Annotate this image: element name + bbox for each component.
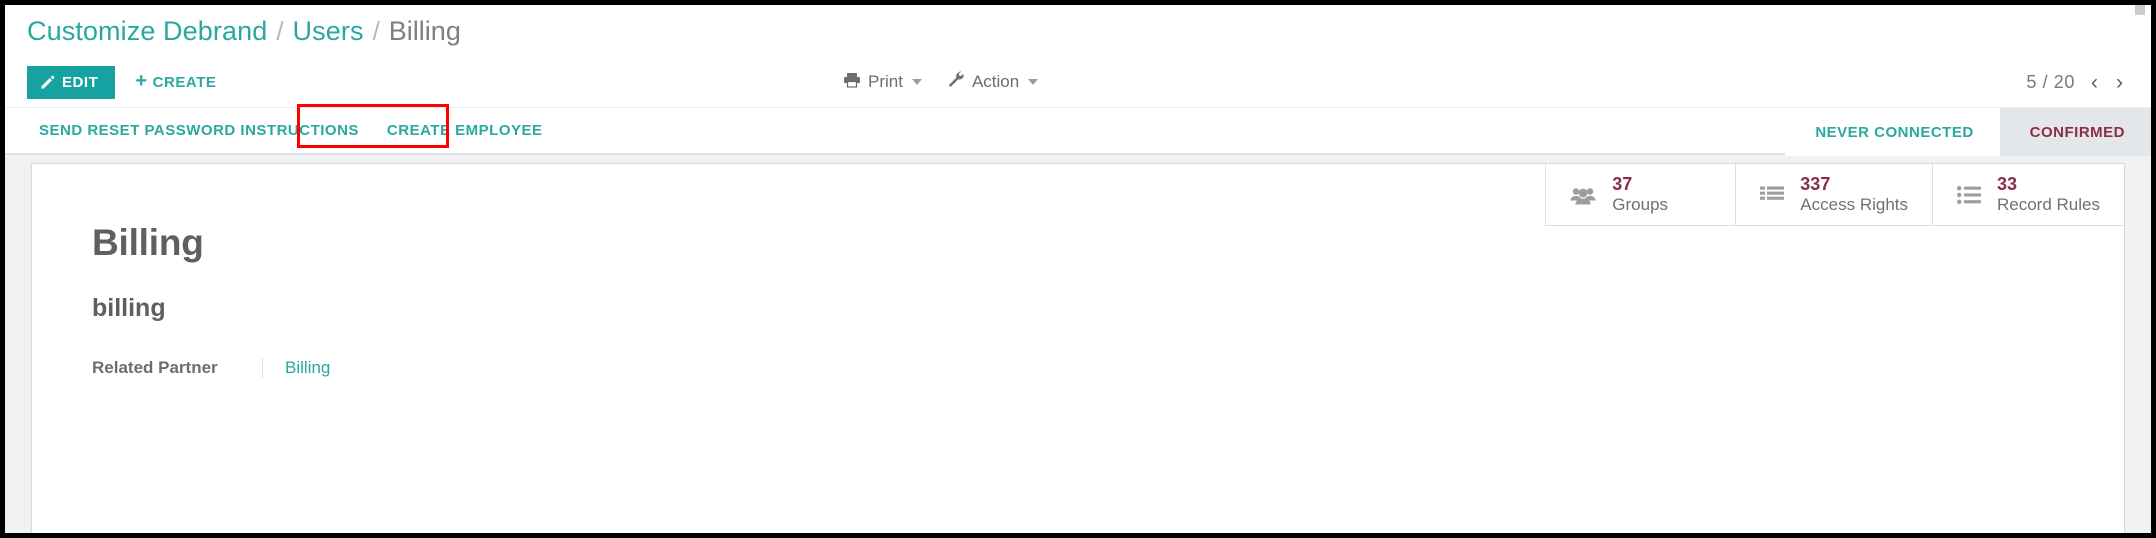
pager-value: 5 / 20	[2026, 71, 2075, 92]
pager-next-button[interactable]: ›	[2114, 72, 2125, 93]
status-stage-label: CONFIRMED	[2029, 123, 2125, 141]
field-label: Related Partner	[92, 358, 218, 377]
wrench-icon	[948, 71, 965, 93]
status-stage-label: NEVER CONNECTED	[1815, 123, 1974, 141]
field-related-partner: Related Partner Billing	[92, 358, 2124, 378]
breadcrumb: Customize Debrand / Users / Billing	[5, 5, 2151, 57]
pencil-icon	[40, 75, 55, 90]
control-panel: EDIT + CREATE Print Action 5 / 20 ‹ ›	[5, 57, 2151, 107]
action-label: Action	[971, 72, 1020, 91]
pager-previous-button[interactable]: ‹	[2089, 72, 2100, 93]
chevron-down-icon	[1028, 79, 1039, 85]
edit-button-label: EDIT	[62, 73, 99, 91]
statusbar: NEVER CONNECTED CONFIRMED	[1785, 108, 2151, 156]
stat-button-box: 37 Groups 337 Access Rights 33 Record Ru…	[1545, 164, 2124, 226]
record-title: Billing	[92, 222, 204, 263]
sheet-background: 37 Groups 337 Access Rights 33 Record Ru…	[5, 155, 2151, 533]
breadcrumb-separator: /	[372, 15, 380, 46]
create-employee-button[interactable]: CREATE EMPLOYEE	[387, 122, 543, 139]
create-button[interactable]: + CREATE	[135, 70, 217, 92]
stat-button-groups[interactable]: 37 Groups	[1545, 164, 1735, 225]
stat-button-record-rules[interactable]: 33 Record Rules	[1932, 164, 2124, 225]
scrollbar-thumb[interactable]	[2135, 5, 2145, 15]
edit-button[interactable]: EDIT	[27, 65, 116, 99]
printer-icon	[843, 72, 861, 93]
stat-value: 33	[1997, 173, 2018, 194]
list-bullet-icon	[1957, 185, 1981, 205]
odoo-form-view: Customize Debrand / Users / Billing EDIT…	[0, 0, 2156, 538]
print-dropdown[interactable]: Print	[843, 72, 922, 93]
stat-value: 37	[1612, 173, 1633, 194]
breadcrumb-item-users[interactable]: Users	[293, 16, 364, 47]
pager: 5 / 20 ‹ ›	[2026, 57, 2125, 107]
users-icon	[1570, 185, 1596, 205]
chevron-down-icon	[911, 79, 922, 85]
status-stage-never-connected[interactable]: NEVER CONNECTED	[1785, 108, 2002, 156]
form-sheet: 37 Groups 337 Access Rights 33 Record Ru…	[31, 163, 2125, 533]
breadcrumb-separator: /	[276, 15, 284, 46]
field-value-link[interactable]: Billing	[285, 358, 330, 377]
plus-icon: +	[135, 70, 148, 92]
stat-value: 337	[1800, 173, 1831, 194]
stat-button-access-rights[interactable]: 337 Access Rights	[1735, 164, 1932, 225]
object-button-row: SEND RESET PASSWORD INSTRUCTIONS CREATE …	[5, 104, 2151, 156]
stat-label: Groups	[1612, 195, 1669, 215]
stat-label: Record Rules	[1997, 195, 2100, 215]
action-dropdown[interactable]: Action	[948, 71, 1039, 93]
print-label: Print	[868, 72, 903, 91]
send-reset-password-instructions-button[interactable]: SEND RESET PASSWORD INSTRUCTIONS	[39, 122, 359, 139]
breadcrumb-item-billing: Billing	[388, 15, 461, 46]
list-icon	[1760, 185, 1785, 205]
control-panel-dropdowns: Print Action	[843, 57, 1039, 107]
breadcrumb-item-customize-debrand[interactable]: Customize Debrand	[27, 16, 267, 47]
create-button-label: CREATE	[152, 73, 217, 91]
record-login: billing	[92, 294, 166, 322]
stat-label: Access Rights	[1800, 195, 1908, 215]
status-stage-confirmed[interactable]: CONFIRMED	[1999, 108, 2151, 156]
